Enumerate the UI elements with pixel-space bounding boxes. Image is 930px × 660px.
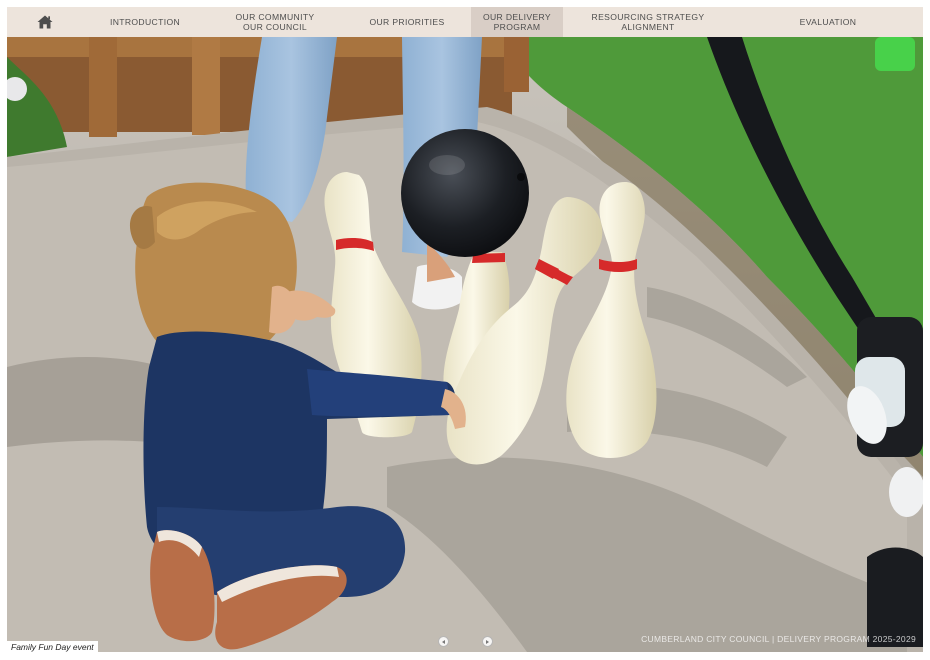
- nav-item-label: Our Priorities: [369, 17, 445, 27]
- nav-item-label: Resourcing Strategy: [591, 12, 705, 22]
- page: Introduction Our Community Our Council O…: [0, 0, 930, 660]
- next-page-button[interactable]: [482, 636, 493, 647]
- chevron-left-icon: [442, 639, 445, 644]
- hero-illustration: [7, 37, 923, 652]
- home-icon: [37, 15, 53, 29]
- nav-item-our-community-our-council[interactable]: Our Community Our Council: [207, 7, 343, 37]
- nav-item-label-line2: Our Council: [242, 22, 307, 32]
- nav-item-label: Our Community: [235, 12, 315, 22]
- nav-item-introduction[interactable]: Introduction: [83, 7, 207, 37]
- hero-photo: [7, 37, 923, 652]
- nav-item-label: Evaluation: [799, 17, 857, 27]
- nav-item-resourcing-strategy-alignment[interactable]: Resourcing Strategy Alignment: [563, 7, 733, 37]
- nav-item-label-line2: Program: [493, 22, 541, 32]
- previous-page-button[interactable]: [438, 636, 449, 647]
- home-button[interactable]: [7, 7, 83, 37]
- nav-item-our-priorities[interactable]: Our Priorities: [343, 7, 471, 37]
- top-navigation: Introduction Our Community Our Council O…: [7, 7, 923, 37]
- nav-item-our-delivery-program[interactable]: Our Delivery Program: [471, 7, 563, 37]
- chevron-right-icon: [486, 639, 489, 644]
- nav-item-label-line2: Alignment: [621, 22, 675, 32]
- nav-item-label: Introduction: [109, 17, 181, 27]
- nav-item-evaluation[interactable]: Evaluation: [733, 7, 923, 37]
- bowling-ball: [401, 129, 529, 257]
- footer-document-title: CUMBERLAND CITY COUNCIL | DELIVERY PROGR…: [641, 634, 916, 644]
- nav-item-label: Our Delivery: [482, 12, 552, 22]
- photo-caption: Family Fun Day event: [7, 641, 98, 654]
